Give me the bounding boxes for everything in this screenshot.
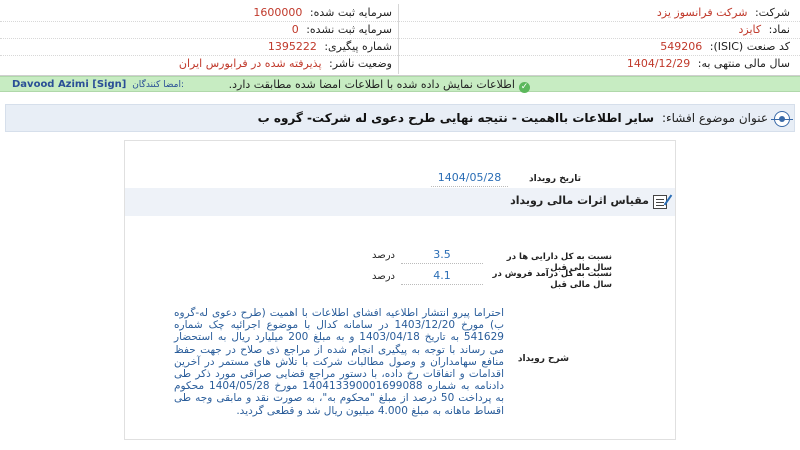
edit-document-icon	[653, 195, 667, 209]
registered-capital-label: سرمایه ثبت شده:	[309, 6, 392, 19]
tracking-number-field: شماره پیگیری: 1395222	[268, 40, 392, 53]
signers: Davood Azimi [Sign] امضا کنندگان:	[12, 79, 184, 90]
company-field: شرکت: شرکت فرانسوز یزد	[657, 6, 790, 19]
symbol-label: نماد:	[768, 23, 790, 36]
symbol-link[interactable]: کایزد	[738, 23, 761, 36]
publisher-status-field: وضعیت ناشر: پذیرفته شده در فرابورس ایران	[179, 57, 392, 70]
registered-capital-field: سرمایه ثبت شده: 1600000	[253, 6, 392, 19]
header-row: کد صنعت (ISIC): 549206 شماره پیگیری: 139…	[0, 39, 800, 56]
sales-ratio-value: 4.1	[401, 269, 483, 285]
company-header: شرکت: شرکت فرانسوز یزد سرمایه ثبت شده: 1…	[0, 0, 800, 76]
assets-ratio-unit: درصد	[371, 250, 395, 261]
unregistered-capital-label: سرمایه ثبت نشده:	[306, 23, 392, 36]
description-label: شرح رویداد	[517, 354, 569, 364]
sales-ratio-unit: درصد	[371, 271, 395, 282]
header-row: سال مالی منتهی به: 1404/12/29 وضعیت ناشر…	[0, 56, 800, 73]
industry-code-field: کد صنعت (ISIC): 549206	[660, 40, 790, 53]
header-row: نماد: کایزد سرمایه ثبت نشده: 0	[0, 22, 800, 39]
signature-status-bar: ✓ اطلاعات نمایش داده شده با اطلاعات امضا …	[0, 76, 800, 93]
event-date-value: 1404/05/28	[431, 171, 508, 187]
disclosure-subject: عنوان موضوع افشاء: سایر اطلاعات بااهمیت …	[258, 111, 768, 125]
disclosure-panel: تاریخ رویداد 1404/05/28 مقیاس اثرات مالی…	[124, 140, 676, 440]
fiscal-year-label: سال مالی منتهی به:	[697, 57, 790, 70]
registered-capital-value: 1600000	[253, 6, 303, 19]
target-icon	[771, 111, 793, 127]
symbol-field: نماد: کایزد	[738, 23, 790, 36]
status-text: اطلاعات نمایش داده شده با اطلاعات امضا ش…	[228, 78, 515, 91]
signature-status-message: ✓ اطلاعات نمایش داده شده با اطلاعات امضا …	[229, 78, 530, 93]
industry-code-label: کد صنعت (ISIC):	[709, 40, 790, 53]
fiscal-year-value: 1404/12/29	[626, 57, 691, 70]
event-date-label: تاریخ رویداد	[529, 174, 581, 184]
company-link[interactable]: شرکت فرانسوز یزد	[657, 6, 748, 19]
fiscal-year-field: سال مالی منتهی به: 1404/12/29	[627, 57, 790, 70]
check-circle-icon: ✓	[519, 82, 530, 93]
subject-title: سایر اطلاعات بااهمیت - نتیجه نهایی طرح د…	[257, 111, 655, 125]
assets-ratio-value: 3.5	[401, 248, 483, 264]
signers-label: امضا کنندگان:	[132, 80, 185, 90]
publisher-status-label: وضعیت ناشر:	[329, 57, 392, 70]
sales-ratio-label: نسبت به کل درآمد فروش در سال مالی قبل	[492, 269, 612, 290]
tracking-number-value: 1395222	[267, 40, 317, 53]
unregistered-capital-value: 0	[291, 23, 299, 36]
header-row: شرکت: شرکت فرانسوز یزد سرمایه ثبت شده: 1…	[0, 5, 800, 22]
unregistered-capital-field: سرمایه ثبت نشده: 0	[292, 23, 392, 36]
tracking-number-label: شماره پیگیری:	[324, 40, 392, 53]
financial-effects-title: مقیاس اثرات مالی رویداد	[510, 194, 649, 207]
signer-link[interactable]: Davood Azimi [Sign]	[12, 79, 126, 90]
description-text: احتراما پیرو انتشار اطلاعیه افشای اطلاعا…	[174, 307, 505, 417]
company-label: شرکت:	[754, 6, 790, 19]
financial-effects-header: مقیاس اثرات مالی رویداد	[125, 188, 675, 216]
publisher-status-value: پذیرفته شده در فرابورس ایران	[178, 57, 322, 70]
disclosure-subject-bar: عنوان موضوع افشاء: سایر اطلاعات بااهمیت …	[5, 104, 795, 132]
industry-code-value: 549206	[660, 40, 703, 53]
subject-label: عنوان موضوع افشاء:	[661, 111, 768, 125]
